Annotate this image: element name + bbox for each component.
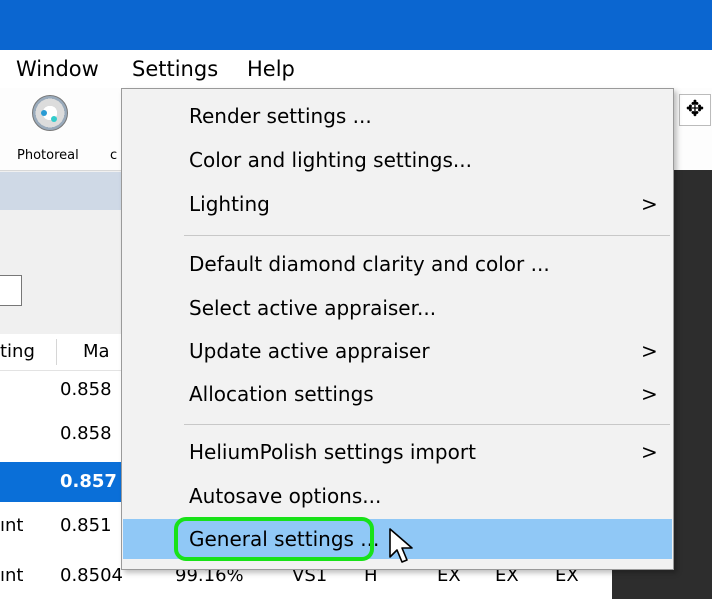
menu-item-allocation-settings[interactable]: Allocation settings > [123, 374, 672, 414]
chevron-right-icon: > [641, 382, 658, 406]
checkbox[interactable] [0, 275, 22, 306]
chevron-right-icon: > [641, 440, 658, 464]
menu-item-select-active-appraiser[interactable]: Select active appraiser... [123, 288, 672, 328]
column-header-rating[interactable]: ting [0, 334, 35, 370]
menu-window[interactable]: Window [16, 50, 99, 88]
chevron-right-icon: > [641, 192, 658, 216]
menu-separator [184, 424, 670, 425]
menu-item-autosave-options[interactable]: Autosave options... [123, 476, 672, 516]
settings-dropdown-menu: Render settings ... Color and lighting s… [121, 88, 674, 570]
menu-settings[interactable]: Settings [132, 50, 218, 88]
chevron-right-icon: > [641, 339, 658, 363]
table-cell: ınt [0, 515, 24, 536]
menu-help[interactable]: Help [247, 50, 295, 88]
photoreal-label: Photoreal [17, 148, 79, 163]
menu-item-label: HeliumPolish settings import [189, 440, 476, 464]
menu-item-label: Allocation settings [189, 382, 374, 406]
toolbar-partial-label: c [110, 148, 118, 163]
window-titlebar [0, 0, 712, 50]
table-cell: 0.851 [60, 515, 112, 536]
general-settings-highlight-ring [174, 517, 374, 561]
menu-item-lighting[interactable]: Lighting > [123, 184, 672, 224]
mouse-pointer-icon [389, 528, 413, 563]
table-cell: 0.857 [60, 471, 117, 492]
table-cell: 0.8504 [60, 565, 123, 586]
menu-item-label: Autosave options... [189, 484, 382, 508]
table-cell: 0.858 [60, 423, 112, 444]
panel-header-strip [0, 172, 122, 210]
menu-item-default-diamond-clarity[interactable]: Default diamond clarity and color ... [123, 244, 672, 284]
menu-item-label: Color and lighting settings... [189, 148, 472, 172]
menu-item-render-settings[interactable]: Render settings ... [123, 96, 672, 136]
photoreal-icon[interactable] [32, 95, 68, 131]
menu-item-label: Update active appraiser [189, 339, 430, 363]
move-arrows-icon[interactable]: ✥ [679, 94, 711, 126]
menu-item-update-active-appraiser[interactable]: Update active appraiser > [123, 331, 672, 371]
menu-bar: Window Settings Help [0, 50, 712, 88]
menu-item-label: Lighting [189, 192, 270, 216]
menu-separator [184, 235, 670, 236]
table-cell: 0.858 [60, 379, 112, 400]
column-header-mass[interactable]: Ma [83, 334, 110, 370]
menu-item-label: Default diamond clarity and color ... [189, 252, 550, 276]
menu-item-heliumpolish-import[interactable]: HeliumPolish settings import > [123, 432, 672, 472]
table-cell: ınt [0, 565, 24, 586]
panel-area [0, 210, 122, 334]
menu-item-color-lighting-settings[interactable]: Color and lighting settings... [123, 140, 672, 180]
menu-item-label: Render settings ... [189, 104, 372, 128]
menu-item-label: Select active appraiser... [189, 296, 437, 320]
